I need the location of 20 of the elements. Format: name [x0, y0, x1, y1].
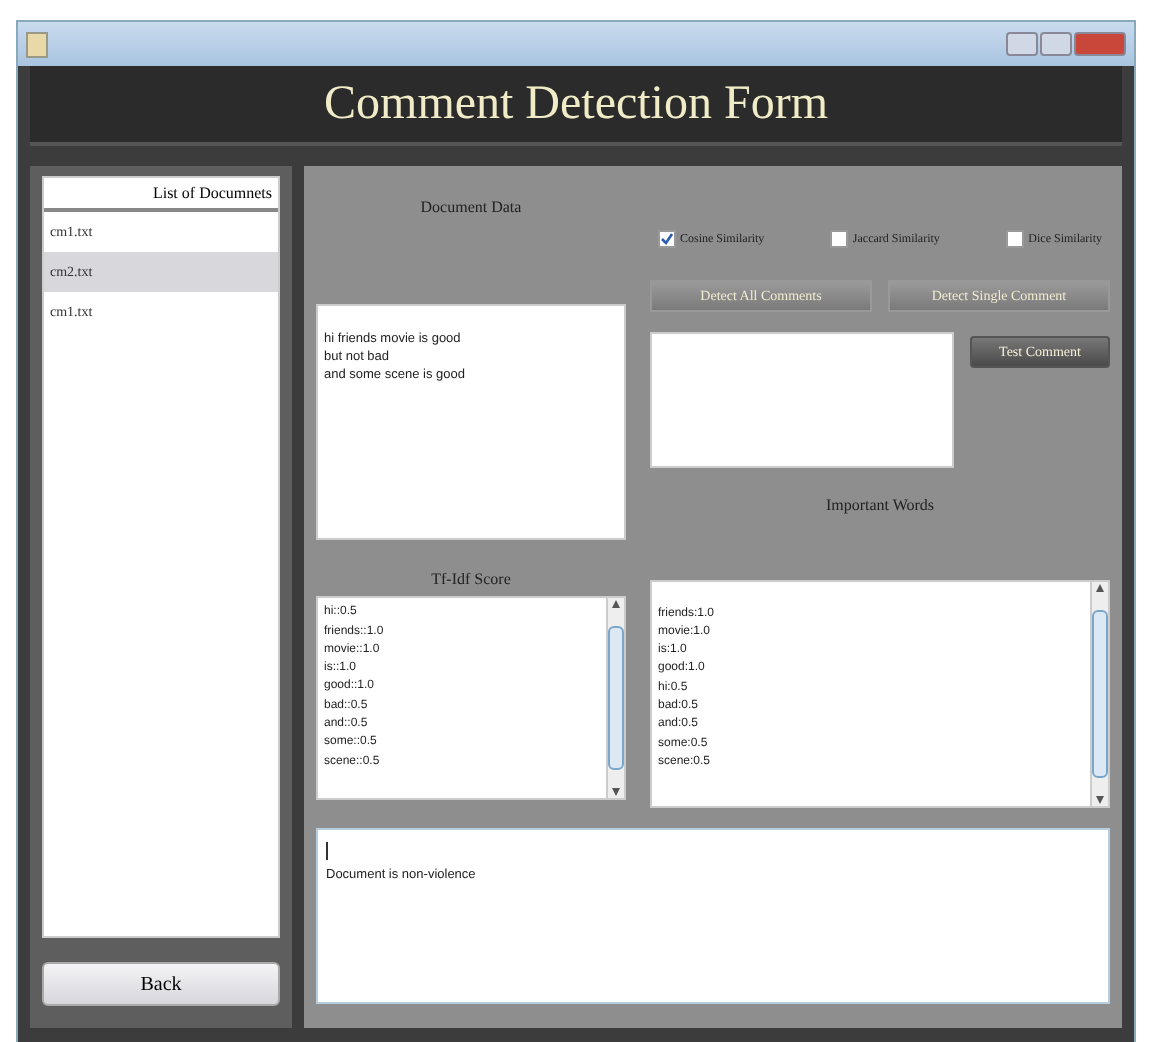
important-words-label: Important Words [823, 496, 937, 514]
close-button[interactable] [1074, 32, 1126, 56]
back-button[interactable]: Back [42, 962, 280, 1006]
form-title: Comment Detection Form [324, 77, 828, 131]
up-arrow-icon[interactable] [1094, 581, 1106, 593]
maximize-button[interactable] [1040, 32, 1072, 56]
check-icon [660, 232, 674, 246]
scrollbar[interactable] [1090, 581, 1108, 805]
list-title: List of Documnets [44, 178, 278, 212]
scrollbar-thumb[interactable] [608, 626, 624, 771]
scrollbar[interactable] [606, 598, 624, 799]
down-arrow-icon[interactable] [610, 786, 622, 799]
up-arrow-icon[interactable] [610, 598, 622, 611]
down-arrow-icon[interactable] [1094, 793, 1106, 805]
app-icon [26, 31, 48, 57]
tfidf-label: Tf-Idf Score [429, 570, 513, 589]
scrollbar-thumb[interactable] [1092, 609, 1108, 777]
comment-input[interactable] [650, 332, 954, 468]
document-data-label: Document Data [418, 198, 524, 216]
minimize-button[interactable] [1006, 32, 1038, 56]
